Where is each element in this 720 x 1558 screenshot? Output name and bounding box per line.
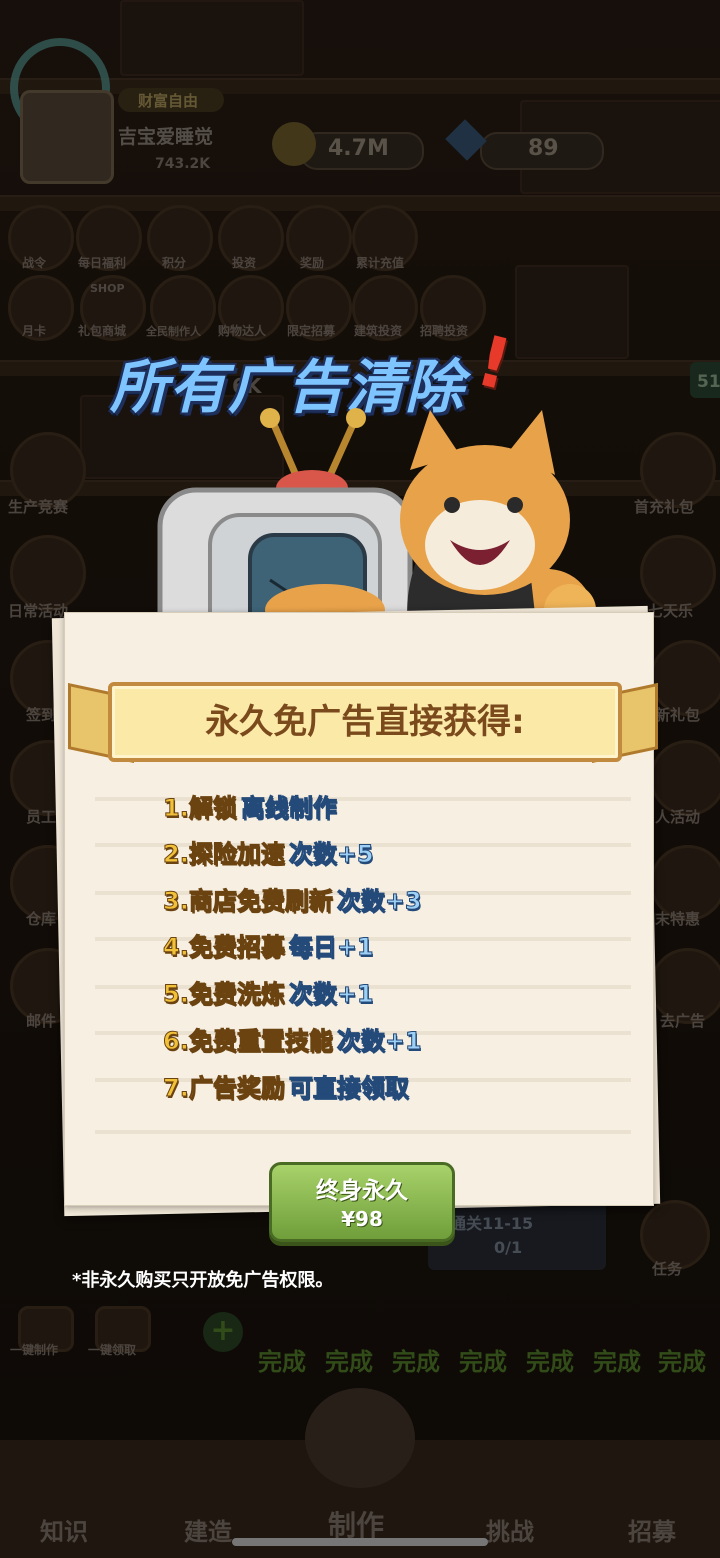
paper-line [95,1130,631,1134]
benefit-value: 次数+3 [336,887,422,916]
benefit-item: 2.探险加速 次数+5 [163,834,375,869]
benefit-value: 离线制作 [240,794,337,823]
benefit-item: 3.商店免费刷新 次数+3 [163,881,423,916]
buy-lifetime-button[interactable]: 终身永久 ¥98 [269,1162,455,1242]
benefit-key: 7.广告奖励 [163,1074,286,1103]
popup-footnote: *非永久购买只开放免广告权限。 [72,1270,334,1291]
benefit-value: 次数+5 [288,840,374,869]
benefit-value: 每日+1 [288,933,374,962]
benefit-key: 1.解锁 [163,794,238,823]
benefit-item: 5.免费洗炼 次数+1 [163,974,375,1009]
benefit-item: 7.广告奖励 可直接领取 [163,1068,410,1103]
buy-label: 终身永久 [316,1178,408,1204]
buy-price: ¥98 [341,1207,383,1231]
benefit-value: 次数+1 [336,1027,422,1056]
benefit-key: 2.探险加速 [163,840,286,869]
benefit-item: 4.免费招募 每日+1 [163,927,375,962]
benefit-item: 6.免费重置技能 次数+1 [163,1021,423,1056]
benefit-key: 5.免费洗炼 [163,980,286,1009]
benefit-key: 4.免费招募 [163,933,286,962]
banner-title: 永久免广告直接获得: [205,702,525,742]
benefit-value: 次数+1 [288,980,374,1009]
benefit-key: 6.免费重置技能 [163,1027,334,1056]
benefit-item: 1.解锁 离线制作 [163,788,338,823]
benefit-key: 3.商店免费刷新 [163,887,334,916]
benefit-value: 可直接领取 [288,1074,409,1103]
